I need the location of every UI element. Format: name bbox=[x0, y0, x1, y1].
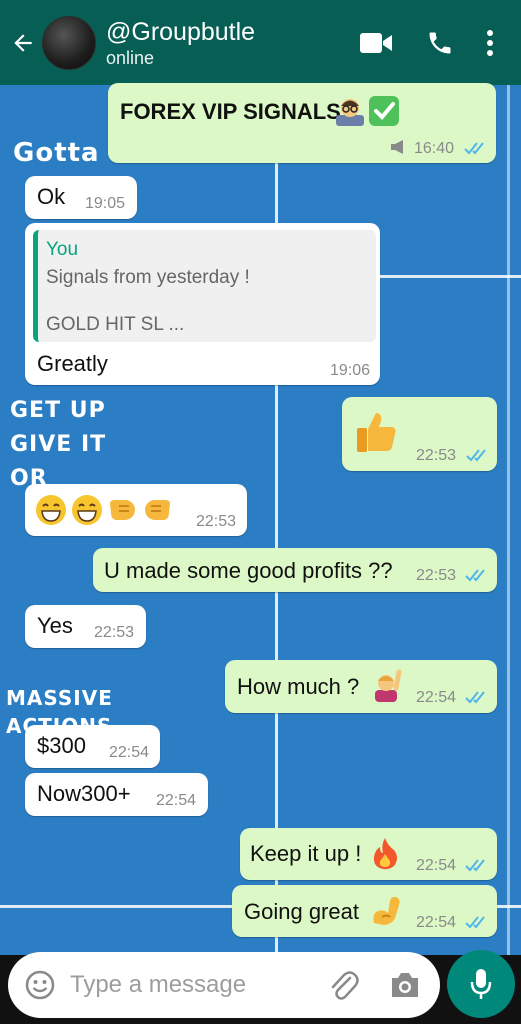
wallpaper-text: GET UP bbox=[10, 398, 106, 423]
read-ticks-icon bbox=[465, 915, 489, 934]
message-time: 19:05 bbox=[85, 195, 126, 212]
message-text: How much ? bbox=[237, 674, 360, 699]
message-text: Greatly bbox=[37, 351, 108, 376]
message-text: Keep it up ! bbox=[250, 841, 362, 866]
flexed-biceps-emoji-icon bbox=[370, 893, 404, 932]
attach-icon[interactable] bbox=[328, 969, 360, 1008]
message-time: 19:06 bbox=[330, 362, 371, 379]
message-bubble-outgoing[interactable]: FOREX VIP SIGNALS 16:40 bbox=[108, 83, 496, 163]
quoted-message[interactable]: You Signals from yesterday ! GOLD HIT SL… bbox=[33, 230, 376, 342]
message-time: 16:40 bbox=[414, 140, 455, 157]
message-bubble-outgoing[interactable]: Going great 22:54 bbox=[232, 885, 497, 937]
read-ticks-icon bbox=[466, 448, 490, 467]
wallpaper-text: MASSIVE bbox=[6, 686, 113, 710]
message-text: Ok bbox=[37, 184, 66, 209]
quote-line: GOLD HIT SL ... bbox=[46, 314, 185, 335]
message-text: $300 bbox=[37, 733, 86, 758]
message-bubble-outgoing[interactable]: How much ? 22:54 bbox=[225, 660, 497, 713]
message-text: FOREX VIP SIGNALS bbox=[120, 99, 341, 124]
teacher-emoji-icon bbox=[334, 95, 366, 132]
wallpaper-text: GIVE IT bbox=[10, 432, 107, 457]
message-time: 22:54 bbox=[416, 914, 457, 931]
quote-line: Signals from yesterday ! bbox=[46, 267, 250, 288]
message-bubble-outgoing[interactable]: 22:53 bbox=[342, 397, 497, 471]
video-call-icon[interactable] bbox=[351, 18, 401, 68]
camera-icon[interactable] bbox=[389, 970, 421, 1005]
grin-emoji-icon bbox=[71, 494, 103, 531]
message-time: 22:54 bbox=[109, 744, 150, 761]
contact-info[interactable]: @Groupbutle online bbox=[106, 17, 351, 69]
thumbs-up-emoji-icon bbox=[354, 409, 400, 460]
forwarded-megaphone-icon bbox=[390, 139, 408, 160]
message-bubble-incoming[interactable]: Yes 22:53 bbox=[25, 605, 146, 648]
message-input-bar[interactable]: Type a message bbox=[8, 952, 440, 1018]
contact-name: @Groupbutle bbox=[106, 17, 256, 46]
fire-emoji-icon bbox=[370, 836, 400, 875]
message-bubble-incoming[interactable]: 22:53 bbox=[25, 484, 247, 536]
read-ticks-icon bbox=[465, 568, 489, 587]
message-time: 22:53 bbox=[196, 513, 237, 530]
message-time: 22:53 bbox=[94, 624, 135, 641]
message-bubble-incoming[interactable]: Now300+ 22:54 bbox=[25, 773, 208, 816]
message-bubble-incoming[interactable]: $300 22:54 bbox=[25, 725, 160, 768]
message-time: 22:53 bbox=[416, 447, 457, 464]
message-text: Now300+ bbox=[37, 781, 131, 806]
message-bubble-outgoing[interactable]: U made some good profits ?? 22:53 bbox=[93, 548, 497, 592]
check-mark-emoji-icon bbox=[368, 95, 400, 132]
message-time: 22:54 bbox=[156, 792, 197, 809]
emoji-icon[interactable] bbox=[24, 969, 56, 1006]
read-ticks-icon bbox=[465, 858, 489, 877]
avatar[interactable] bbox=[42, 15, 96, 70]
wallpaper-text: Gotta bbox=[13, 138, 100, 168]
chat-header: @Groupbutle online bbox=[0, 0, 521, 85]
message-text: Yes bbox=[37, 613, 73, 638]
mic-icon bbox=[469, 967, 493, 1006]
quote-author: You bbox=[46, 239, 79, 260]
read-ticks-icon bbox=[464, 141, 488, 160]
fist-bump-emoji-icon bbox=[107, 494, 139, 531]
message-input[interactable]: Type a message bbox=[70, 971, 246, 999]
mic-button[interactable] bbox=[447, 950, 515, 1018]
message-bubble-incoming[interactable]: You Signals from yesterday ! GOLD HIT SL… bbox=[25, 223, 380, 385]
person-raising-hand-emoji-icon bbox=[371, 668, 403, 707]
fist-bump-emoji-icon bbox=[141, 494, 173, 531]
message-time: 22:53 bbox=[416, 567, 457, 584]
message-bubble-incoming[interactable]: Ok 19:05 bbox=[25, 176, 137, 219]
read-ticks-icon bbox=[465, 690, 489, 709]
voice-call-icon[interactable] bbox=[415, 18, 465, 68]
more-options-icon[interactable] bbox=[465, 18, 515, 68]
message-bubble-outgoing[interactable]: Keep it up ! 22:54 bbox=[240, 828, 497, 880]
message-text: Going great bbox=[244, 899, 359, 924]
contact-status: online bbox=[106, 47, 155, 68]
message-text: U made some good profits ?? bbox=[104, 558, 393, 583]
message-time: 22:54 bbox=[416, 857, 457, 874]
back-arrow-icon[interactable] bbox=[6, 23, 40, 63]
message-time: 22:54 bbox=[416, 689, 457, 706]
grin-emoji-icon bbox=[35, 494, 67, 531]
